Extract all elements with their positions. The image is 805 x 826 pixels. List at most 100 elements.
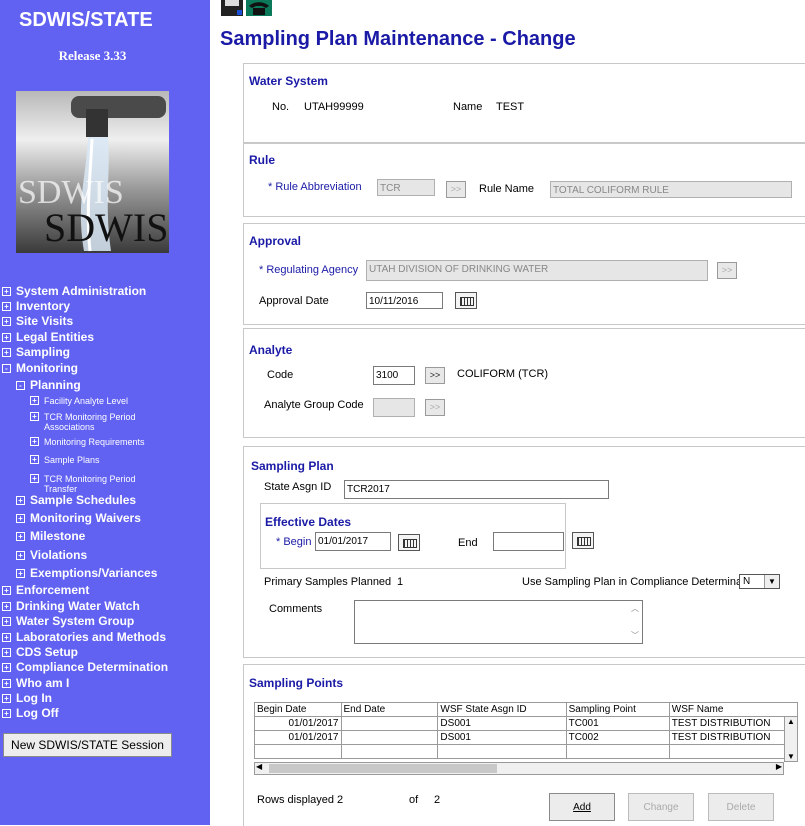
- column-header[interactable]: WSF Name: [668, 702, 799, 717]
- table-vertical-scrollbar[interactable]: ▲ ▼: [784, 716, 798, 762]
- approval-date-field[interactable]: 10/11/2016: [366, 292, 443, 309]
- begin-date-field[interactable]: 01/01/2017: [315, 532, 391, 551]
- sampling-points-table: Begin Date End Date WSF State Asgn ID Sampl…: [254, 702, 799, 759]
- expand-icon[interactable]: +: [2, 333, 11, 342]
- nav-item-inventory[interactable]: + Inventory: [2, 299, 70, 313]
- save-icon[interactable]: [221, 0, 243, 16]
- agency-field[interactable]: UTAH DIVISION OF DRINKING WATER: [366, 260, 708, 281]
- new-session-button[interactable]: New SDWIS/STATE Session: [3, 733, 172, 757]
- nav-item-compliance-determination[interactable]: + Compliance Determination: [2, 660, 168, 674]
- nav-item-violations[interactable]: + Violations: [16, 548, 87, 562]
- nav-item-monitoring[interactable]: - Monitoring: [2, 361, 78, 375]
- begin-calendar-icon[interactable]: [398, 534, 420, 551]
- nav-item-sample-schedules[interactable]: + Sample Schedules: [16, 493, 136, 507]
- nav-item-planning[interactable]: - Planning: [16, 378, 81, 392]
- expand-icon[interactable]: +: [2, 648, 11, 657]
- phone-icon[interactable]: [246, 0, 272, 16]
- expand-icon[interactable]: +: [2, 317, 11, 326]
- nav-item-site-visits[interactable]: + Site Visits: [2, 314, 73, 328]
- rule-name-field[interactable]: TOTAL COLIFORM RULE: [550, 181, 792, 198]
- analyte-group-field[interactable]: [373, 398, 415, 417]
- scroll-left-arrow-icon[interactable]: ◀: [256, 762, 262, 771]
- expand-icon[interactable]: +: [16, 514, 25, 523]
- end-calendar-icon[interactable]: [572, 532, 594, 549]
- expand-icon[interactable]: +: [2, 694, 11, 703]
- expand-icon[interactable]: +: [2, 602, 11, 611]
- approval-calendar-icon[interactable]: [455, 292, 477, 309]
- nav-item-log-off[interactable]: + Log Off: [2, 706, 59, 720]
- delete-button[interactable]: Delete: [708, 793, 774, 821]
- compliance-select[interactable]: N ▼: [739, 574, 780, 589]
- expand-icon[interactable]: +: [30, 437, 39, 446]
- table-cell: [254, 744, 342, 759]
- table-horizontal-scrollbar[interactable]: ◀ ▶: [254, 762, 784, 775]
- analyte-lookup-button[interactable]: >>: [425, 367, 445, 384]
- rule-abbrev-field[interactable]: TCR: [377, 179, 435, 196]
- nav-item-system-administration[interactable]: + System Administration: [2, 284, 146, 298]
- change-button[interactable]: Change: [628, 793, 694, 821]
- scroll-down-arrow-icon[interactable]: ▼: [787, 752, 795, 761]
- expand-icon[interactable]: +: [30, 396, 39, 405]
- expand-icon[interactable]: +: [2, 302, 11, 311]
- nav-item-sampling[interactable]: + Sampling: [2, 345, 70, 359]
- nav-item-sample-plans[interactable]: + Sample Plans: [30, 455, 100, 465]
- expand-icon[interactable]: +: [2, 617, 11, 626]
- scroll-right-arrow-icon[interactable]: ▶: [776, 762, 782, 771]
- column-header[interactable]: Sampling Point: [565, 702, 670, 717]
- comments-textarea[interactable]: ︿ ﹀: [354, 600, 643, 644]
- nav-item-who-am-i[interactable]: + Who am I: [2, 676, 69, 690]
- column-header[interactable]: Begin Date: [254, 702, 342, 717]
- collapse-icon[interactable]: -: [2, 364, 11, 373]
- expand-icon[interactable]: +: [2, 679, 11, 688]
- expand-icon[interactable]: +: [16, 496, 25, 505]
- nav-item-monitoring-requirements[interactable]: + Monitoring Requirements: [30, 437, 145, 447]
- analyte-code-field[interactable]: 3100: [373, 366, 415, 385]
- sidebar: SDWIS/STATE Release 3.33 SDWIS SDWIS + Sy…: [0, 0, 210, 825]
- column-header[interactable]: WSF State Asgn ID: [437, 702, 567, 717]
- expand-icon[interactable]: +: [16, 569, 25, 578]
- nav-item-tcr-monitoring-period-transfer[interactable]: + TCR Monitoring Period Transfer: [30, 474, 164, 494]
- scroll-up-arrow-icon[interactable]: ▲: [787, 717, 795, 726]
- expand-icon[interactable]: +: [30, 455, 39, 464]
- expand-icon[interactable]: +: [16, 532, 25, 541]
- table-cell: TC001: [565, 716, 670, 731]
- nav-item-cds-setup[interactable]: + CDS Setup: [2, 645, 78, 659]
- expand-icon[interactable]: +: [16, 551, 25, 560]
- state-asgn-id-field[interactable]: TCR2017: [344, 480, 609, 499]
- nav-item-laboratories-and-methods[interactable]: + Laboratories and Methods: [2, 630, 166, 644]
- nav-item-milestone[interactable]: + Milestone: [16, 529, 85, 543]
- expand-icon[interactable]: +: [30, 412, 39, 421]
- collapse-icon[interactable]: -: [16, 381, 25, 390]
- expand-icon[interactable]: +: [2, 633, 11, 642]
- nav-item-enforcement[interactable]: + Enforcement: [2, 583, 89, 597]
- expand-icon[interactable]: +: [2, 586, 11, 595]
- nav-item-label: System Administration: [16, 284, 147, 298]
- rows-displayed-value: 2: [337, 794, 344, 806]
- expand-icon[interactable]: +: [2, 348, 11, 357]
- table-row[interactable]: 01/01/2017 DS001 TC002 TEST DISTRIBUTION: [254, 730, 799, 745]
- add-button[interactable]: Add: [549, 793, 615, 821]
- expand-icon[interactable]: +: [30, 474, 39, 483]
- expand-icon[interactable]: +: [2, 287, 11, 296]
- nav-item-monitoring-waivers[interactable]: + Monitoring Waivers: [16, 511, 141, 525]
- nav-item-log-in[interactable]: + Log In: [2, 691, 52, 705]
- nav-item-water-system-group[interactable]: + Water System Group: [2, 614, 134, 628]
- nav-item-legal-entities[interactable]: + Legal Entities: [2, 330, 94, 344]
- expand-icon[interactable]: +: [2, 663, 11, 672]
- analyte-group-lookup-button[interactable]: >>: [425, 399, 445, 416]
- column-header[interactable]: End Date: [340, 702, 439, 717]
- nav-item-label: Facility Analyte Level: [44, 396, 129, 406]
- agency-lookup-button[interactable]: >>: [717, 262, 737, 279]
- expand-icon[interactable]: +: [2, 709, 11, 718]
- nav-item-facility-analyte-level[interactable]: + Facility Analyte Level: [30, 396, 128, 406]
- nav-item-exemptions-variances[interactable]: + Exemptions/Variances: [16, 566, 157, 580]
- table-row[interactable]: 01/01/2017 DS001 TC001 TEST DISTRIBUTION: [254, 716, 799, 731]
- end-date-field[interactable]: [493, 532, 564, 551]
- nav-item-tcr-monitoring-period-associations[interactable]: + TCR Monitoring Period Associations: [30, 412, 164, 432]
- rule-lookup-button[interactable]: >>: [446, 181, 466, 198]
- nav-item-drinking-water-watch[interactable]: + Drinking Water Watch: [2, 599, 140, 613]
- sdwis-faucet-logo: SDWIS SDWIS: [16, 91, 169, 253]
- table-row[interactable]: [254, 744, 799, 759]
- scroll-thumb[interactable]: [269, 764, 497, 773]
- main-panel: Sampling Plan Maintenance - Change Water…: [210, 0, 805, 826]
